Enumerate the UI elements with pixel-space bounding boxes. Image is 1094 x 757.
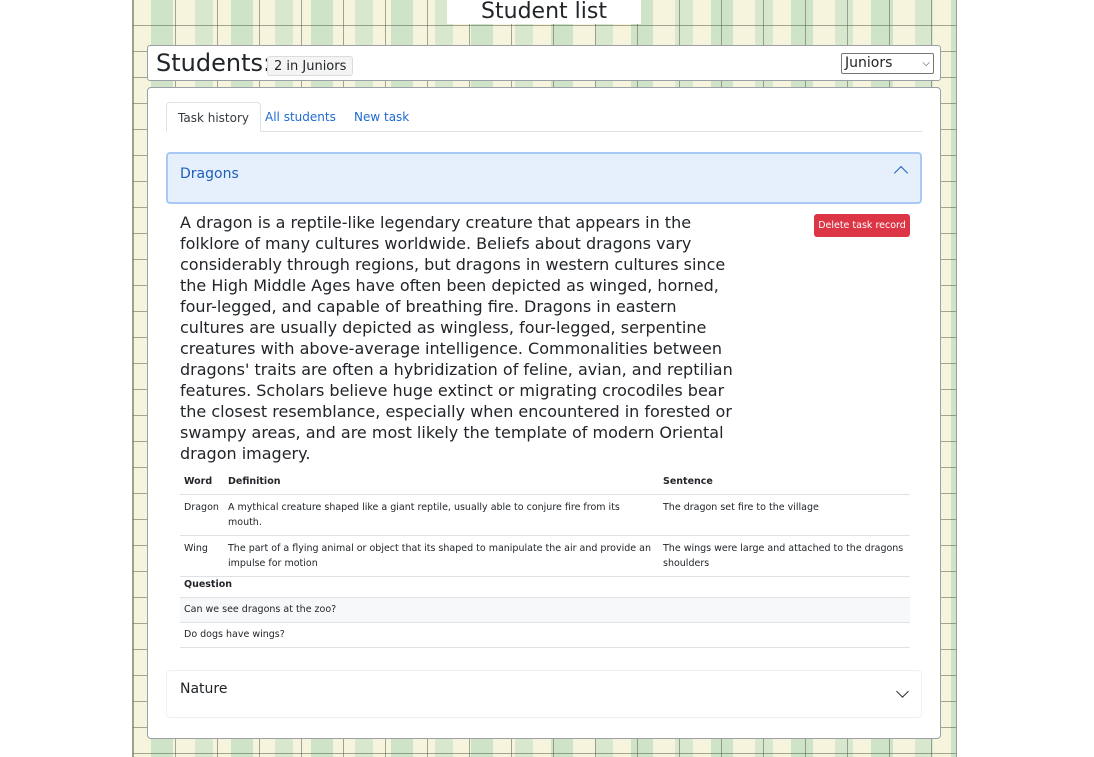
question-cell: Can we see dragons at the zoo? <box>180 597 910 623</box>
accordion-header-nature[interactable]: Nature <box>166 670 922 718</box>
chevron-up-icon <box>893 165 909 181</box>
word-cell: Dragon <box>180 494 224 536</box>
question-table: Question Can we see dragons at the zoo? … <box>180 572 910 648</box>
student-count-badge: 2 in Juniors <box>267 56 354 76</box>
definition-cell: The part of a flying animal or object th… <box>224 535 659 577</box>
group-select[interactable]: Juniors ⌵ <box>841 53 934 74</box>
page-title: Student list <box>447 0 641 24</box>
delete-task-record-button[interactable]: Delete task record <box>814 214 910 237</box>
word-table: Word Definition Sentence Dragon A mythic… <box>180 470 910 577</box>
table-header-row: Word Definition Sentence <box>180 470 910 495</box>
students-header: Students: 2 in Juniors Juniors ⌵ <box>147 45 941 81</box>
column-header: Word <box>180 470 224 495</box>
accordion-header-dragons[interactable]: Dragons <box>166 152 922 204</box>
definition-cell: A mythical creature shaped like a giant … <box>224 494 659 536</box>
table-row: Can we see dragons at the zoo? <box>180 597 910 623</box>
table-row: Dragon A mythical creature shaped like a… <box>180 494 910 536</box>
question-cell: Do dogs have wings? <box>180 622 910 648</box>
main-card: Task history All students New task Drago… <box>147 87 941 739</box>
group-select-value: Juniors <box>845 55 893 71</box>
accordion-title: Dragons <box>180 166 239 182</box>
tab-all-students[interactable]: All students <box>254 102 347 132</box>
table-header-row: Question <box>180 572 910 598</box>
sentence-cell: The wings were large and attached to the… <box>659 535 910 577</box>
table-row: Do dogs have wings? <box>180 622 910 648</box>
word-cell: Wing <box>180 535 224 577</box>
sentence-cell: The dragon set fire to the village <box>659 494 910 536</box>
tab-bar: Task history All students New task <box>166 102 922 132</box>
table-row: Wing The part of a flying animal or obje… <box>180 535 910 577</box>
column-header: Question <box>180 572 910 598</box>
tab-new-task[interactable]: New task <box>343 102 420 132</box>
task-passage: A dragon is a reptile-like legendary cre… <box>180 213 733 463</box>
column-header: Definition <box>224 470 659 495</box>
column-header: Sentence <box>659 470 910 495</box>
tab-task-history[interactable]: Task history <box>166 102 261 132</box>
students-heading: Students: <box>156 49 272 77</box>
chevron-down-icon: ⌵ <box>922 58 930 69</box>
chevron-down-icon <box>896 685 909 698</box>
accordion-title: Nature <box>180 681 228 697</box>
